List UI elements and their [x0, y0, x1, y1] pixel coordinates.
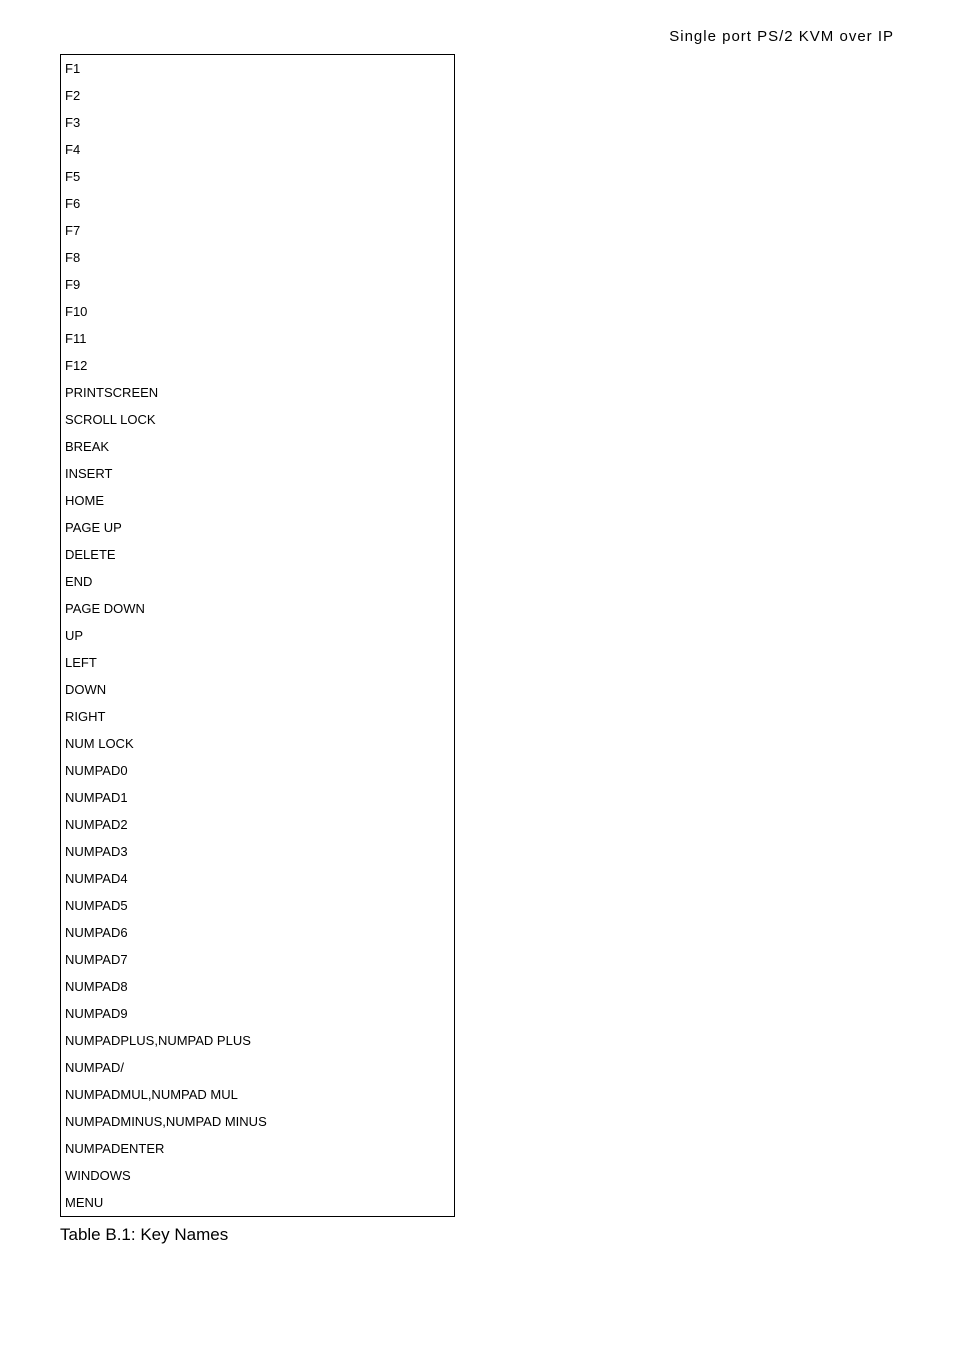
key-cell: PAGE DOWN: [61, 595, 455, 622]
key-cell: DELETE: [61, 541, 455, 568]
key-cell: F8: [61, 244, 455, 271]
table-row: PRINTSCREEN: [61, 379, 455, 406]
table-row: DELETE: [61, 541, 455, 568]
table-caption: Table B.1: Key Names: [60, 1225, 894, 1245]
key-cell: F3: [61, 109, 455, 136]
key-cell: F2: [61, 82, 455, 109]
key-cell: NUMPAD9: [61, 1000, 455, 1027]
table-row: F9: [61, 271, 455, 298]
key-cell: RIGHT: [61, 703, 455, 730]
key-cell: DOWN: [61, 676, 455, 703]
key-cell: F6: [61, 190, 455, 217]
key-cell: NUM LOCK: [61, 730, 455, 757]
key-cell: BREAK: [61, 433, 455, 460]
key-cell: F9: [61, 271, 455, 298]
key-cell: HOME: [61, 487, 455, 514]
key-cell: NUMPAD4: [61, 865, 455, 892]
table-row: END: [61, 568, 455, 595]
table-row: F8: [61, 244, 455, 271]
table-row: F4: [61, 136, 455, 163]
table-row: NUMPADENTER: [61, 1135, 455, 1162]
key-cell: NUMPAD/: [61, 1054, 455, 1081]
key-cell: NUMPAD3: [61, 838, 455, 865]
table-row: NUMPAD9: [61, 1000, 455, 1027]
key-cell: NUMPAD7: [61, 946, 455, 973]
table-row: F6: [61, 190, 455, 217]
key-cell: NUMPAD5: [61, 892, 455, 919]
table-row: NUMPAD5: [61, 892, 455, 919]
key-cell: NUMPAD1: [61, 784, 455, 811]
key-cell: F1: [61, 55, 455, 83]
key-cell: PRINTSCREEN: [61, 379, 455, 406]
key-cell: F4: [61, 136, 455, 163]
table-row: WINDOWS: [61, 1162, 455, 1189]
table-row: NUMPAD/: [61, 1054, 455, 1081]
table-row: F5: [61, 163, 455, 190]
content-area: F1 F2 F3 F4 F5 F6 F7 F8 F9 F10 F11 F12 P…: [60, 54, 894, 1245]
table-row: INSERT: [61, 460, 455, 487]
table-row: F11: [61, 325, 455, 352]
table-row: HOME: [61, 487, 455, 514]
table-row: F2: [61, 82, 455, 109]
key-cell: SCROLL LOCK: [61, 406, 455, 433]
key-cell: F7: [61, 217, 455, 244]
page-header: Single port PS/2 KVM over IP: [669, 28, 894, 45]
table-row: NUMPAD1: [61, 784, 455, 811]
key-names-tbody: F1 F2 F3 F4 F5 F6 F7 F8 F9 F10 F11 F12 P…: [61, 55, 455, 1217]
table-row: BREAK: [61, 433, 455, 460]
key-cell: F11: [61, 325, 455, 352]
key-cell: NUMPAD6: [61, 919, 455, 946]
table-row: F12: [61, 352, 455, 379]
key-cell: NUMPADMINUS,NUMPAD MINUS: [61, 1108, 455, 1135]
table-row: NUMPAD2: [61, 811, 455, 838]
table-row: F3: [61, 109, 455, 136]
key-cell: F12: [61, 352, 455, 379]
table-row: NUMPAD4: [61, 865, 455, 892]
key-cell: NUMPADENTER: [61, 1135, 455, 1162]
key-cell: F5: [61, 163, 455, 190]
key-cell: PAGE UP: [61, 514, 455, 541]
table-row: F1: [61, 55, 455, 83]
table-row: NUMPAD7: [61, 946, 455, 973]
table-row: PAGE DOWN: [61, 595, 455, 622]
key-cell: LEFT: [61, 649, 455, 676]
key-cell: UP: [61, 622, 455, 649]
table-row: SCROLL LOCK: [61, 406, 455, 433]
table-row: MENU: [61, 1189, 455, 1217]
table-row: UP: [61, 622, 455, 649]
table-row: NUMPAD6: [61, 919, 455, 946]
table-row: RIGHT: [61, 703, 455, 730]
key-cell: END: [61, 568, 455, 595]
table-row: F7: [61, 217, 455, 244]
table-row: NUMPADMUL,NUMPAD MUL: [61, 1081, 455, 1108]
table-row: DOWN: [61, 676, 455, 703]
table-row: NUM LOCK: [61, 730, 455, 757]
key-cell: NUMPADPLUS,NUMPAD PLUS: [61, 1027, 455, 1054]
key-names-table: F1 F2 F3 F4 F5 F6 F7 F8 F9 F10 F11 F12 P…: [60, 54, 455, 1217]
key-cell: NUMPAD8: [61, 973, 455, 1000]
table-row: PAGE UP: [61, 514, 455, 541]
table-row: F10: [61, 298, 455, 325]
table-row: NUMPADMINUS,NUMPAD MINUS: [61, 1108, 455, 1135]
table-row: NUMPAD3: [61, 838, 455, 865]
key-cell: MENU: [61, 1189, 455, 1217]
key-cell: NUMPADMUL,NUMPAD MUL: [61, 1081, 455, 1108]
key-cell: INSERT: [61, 460, 455, 487]
table-row: LEFT: [61, 649, 455, 676]
key-cell: NUMPAD2: [61, 811, 455, 838]
table-row: NUMPAD8: [61, 973, 455, 1000]
table-row: NUMPAD0: [61, 757, 455, 784]
key-cell: F10: [61, 298, 455, 325]
table-row: NUMPADPLUS,NUMPAD PLUS: [61, 1027, 455, 1054]
key-cell: WINDOWS: [61, 1162, 455, 1189]
key-cell: NUMPAD0: [61, 757, 455, 784]
